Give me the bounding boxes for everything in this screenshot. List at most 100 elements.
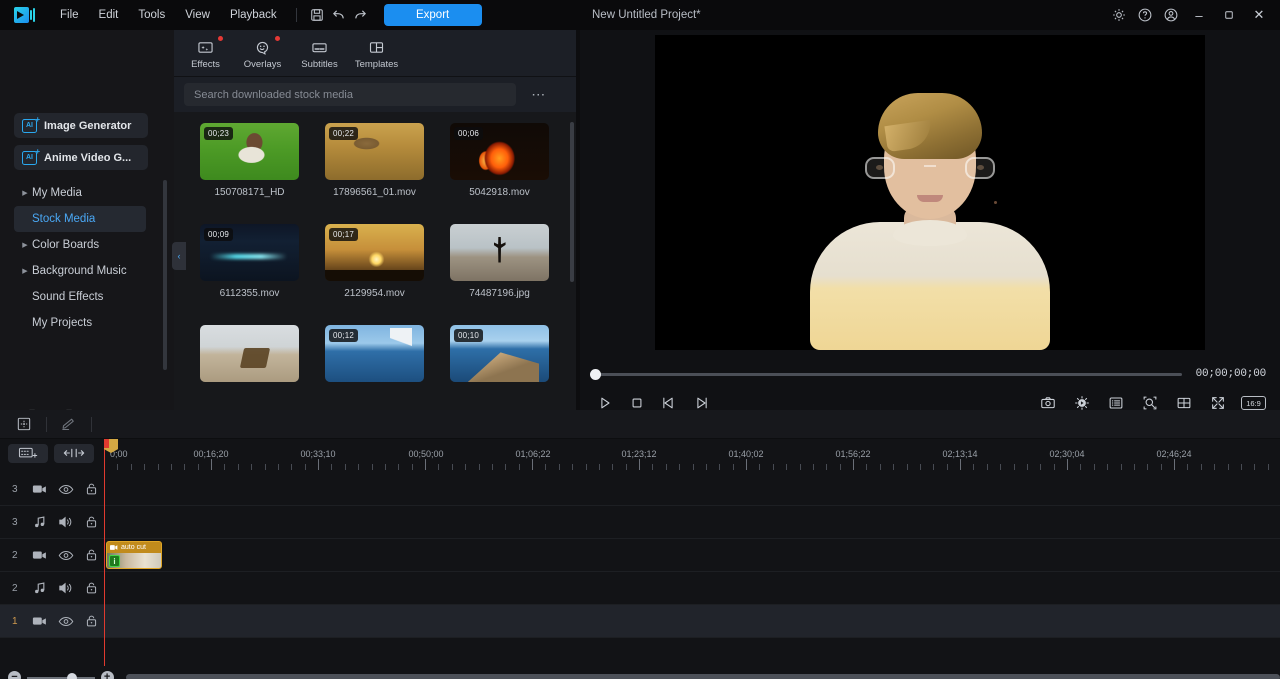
timeline-tracks: 3 3 [0, 473, 1280, 666]
preview-timecode: 00;00;00;00 [1196, 368, 1266, 380]
track-row[interactable]: 3 [0, 473, 1280, 506]
media-thumbnail[interactable]: 00;10 [450, 325, 549, 382]
add-track-icon[interactable] [8, 444, 48, 463]
media-thumbnail[interactable]: 00;09 [200, 224, 299, 281]
sidebar-item-label: Background Music [32, 265, 127, 277]
help-icon[interactable] [1132, 2, 1158, 28]
account-icon[interactable] [1158, 2, 1184, 28]
undo-icon[interactable] [328, 4, 350, 26]
menu-file[interactable]: File [50, 5, 89, 25]
tab-overlays[interactable]: Overlays [234, 30, 291, 77]
music-note-icon [28, 576, 53, 600]
track-header: 3 [0, 473, 104, 505]
minimize-button[interactable]: – [1184, 0, 1214, 30]
eye-icon[interactable] [53, 543, 78, 567]
scrubber-handle[interactable] [590, 369, 601, 380]
track-lane[interactable]: auto cut i [104, 539, 1280, 571]
browser-scrollbar[interactable] [570, 122, 574, 282]
ai-badge-icon: AI [22, 119, 37, 133]
lock-icon[interactable] [79, 510, 104, 534]
sidebar-scrollbar[interactable] [163, 180, 167, 370]
eye-icon[interactable] [53, 477, 78, 501]
track-number: 2 [12, 550, 28, 561]
menu-tools[interactable]: Tools [128, 5, 175, 25]
media-thumbnail[interactable] [450, 224, 549, 281]
sidebar-item-my-projects[interactable]: My Projects [14, 310, 146, 336]
track-row[interactable]: 1 [0, 605, 1280, 638]
tab-effects[interactable]: Effects [177, 30, 234, 77]
redo-icon[interactable] [350, 4, 372, 26]
tab-subtitles[interactable]: Subtitles [291, 30, 348, 77]
anime-video-generator-button[interactable]: AI Anime Video G... [14, 145, 148, 170]
tab-templates[interactable]: Templates [348, 30, 405, 77]
timeline-ruler[interactable]: 0;00 00;16;20 00;33;10 00;50;00 01;06;22… [104, 439, 1280, 473]
marker-pen-icon[interactable] [57, 414, 81, 435]
more-options-icon[interactable]: ⋯ [526, 84, 552, 106]
sidebar-item-stock-media[interactable]: Stock Media [14, 206, 146, 232]
media-thumbnail[interactable]: 00;06 [450, 123, 549, 180]
maximize-button[interactable] [1214, 0, 1244, 30]
crop-tool-icon[interactable] [12, 414, 36, 435]
zoom-out-button[interactable]: − [8, 671, 21, 679]
title-bar: File Edit Tools View Playback Export New… [0, 0, 1280, 30]
export-button[interactable]: Export [384, 4, 482, 26]
track-lane[interactable] [104, 605, 1280, 637]
search-input[interactable] [194, 89, 506, 101]
media-item[interactable]: 00;06 5042918.mov [450, 123, 549, 198]
toolbar-divider [296, 8, 297, 22]
video-preview[interactable] [655, 35, 1205, 350]
track-row[interactable]: 2 auto cut [0, 539, 1280, 572]
menu-edit[interactable]: Edit [89, 5, 129, 25]
app-logo [14, 7, 36, 23]
gear-icon[interactable] [1106, 2, 1132, 28]
eye-icon[interactable] [53, 609, 78, 633]
track-row[interactable]: 2 [0, 572, 1280, 605]
media-item[interactable]: 00;23 150708171_HD [200, 123, 299, 198]
media-thumbnail[interactable]: 00;12 [325, 325, 424, 382]
lock-icon[interactable] [79, 576, 104, 600]
timeline-horizontal-scrollbar[interactable] [126, 674, 1280, 679]
sidebar-item-my-media[interactable]: ▶ My Media [14, 180, 146, 206]
track-lane[interactable] [104, 572, 1280, 604]
track-row[interactable]: 3 [0, 506, 1280, 539]
sidebar-item-sound-effects[interactable]: Sound Effects [14, 284, 146, 310]
zoom-slider-handle[interactable] [67, 673, 77, 679]
media-item[interactable]: 00;09 6112355.mov [200, 224, 299, 299]
collapse-panel-button[interactable]: ‹ [172, 242, 186, 270]
preview-scrubber[interactable] [594, 373, 1182, 376]
timeline-clip[interactable]: auto cut i [106, 541, 162, 569]
sidebar-item-background-music[interactable]: ▶ Background Music [14, 258, 146, 284]
aspect-ratio-button[interactable]: 16:9 [1241, 396, 1266, 410]
sidebar-item-color-boards[interactable]: ▶ Color Boards [14, 232, 146, 258]
zoom-slider[interactable] [27, 677, 95, 679]
media-item[interactable]: 00;12 [325, 325, 424, 382]
media-thumbnail[interactable]: 00;22 [325, 123, 424, 180]
media-thumbnail[interactable]: 00;23 [200, 123, 299, 180]
media-thumbnail[interactable]: 00;17 [325, 224, 424, 281]
image-generator-button[interactable]: AI Image Generator [14, 113, 148, 138]
save-icon[interactable] [306, 4, 328, 26]
fit-timeline-icon[interactable] [54, 444, 94, 463]
media-item[interactable]: 00;17 2129954.mov [325, 224, 424, 299]
video-track-icon [28, 477, 53, 501]
menu-view[interactable]: View [175, 5, 220, 25]
duration-badge: 00;23 [204, 127, 233, 140]
track-lane[interactable] [104, 506, 1280, 538]
media-item[interactable] [200, 325, 299, 382]
track-lane[interactable] [104, 473, 1280, 505]
lock-icon[interactable] [79, 543, 104, 567]
media-item[interactable]: 74487196.jpg [450, 224, 549, 299]
close-button[interactable]: ✕ [1244, 0, 1274, 30]
zoom-in-button[interactable]: + [101, 671, 114, 679]
media-item[interactable]: 00;10 [450, 325, 549, 382]
tab-effects-label: Effects [191, 59, 220, 70]
media-thumbnail[interactable] [200, 325, 299, 382]
media-item[interactable]: 00;22 17896561_01.mov [325, 123, 424, 198]
search-box[interactable] [184, 83, 516, 106]
speaker-icon[interactable] [53, 510, 78, 534]
sidebar-item-label: My Media [32, 187, 82, 199]
lock-icon[interactable] [79, 609, 104, 633]
speaker-icon[interactable] [53, 576, 78, 600]
menu-playback[interactable]: Playback [220, 5, 287, 25]
lock-icon[interactable] [79, 477, 104, 501]
